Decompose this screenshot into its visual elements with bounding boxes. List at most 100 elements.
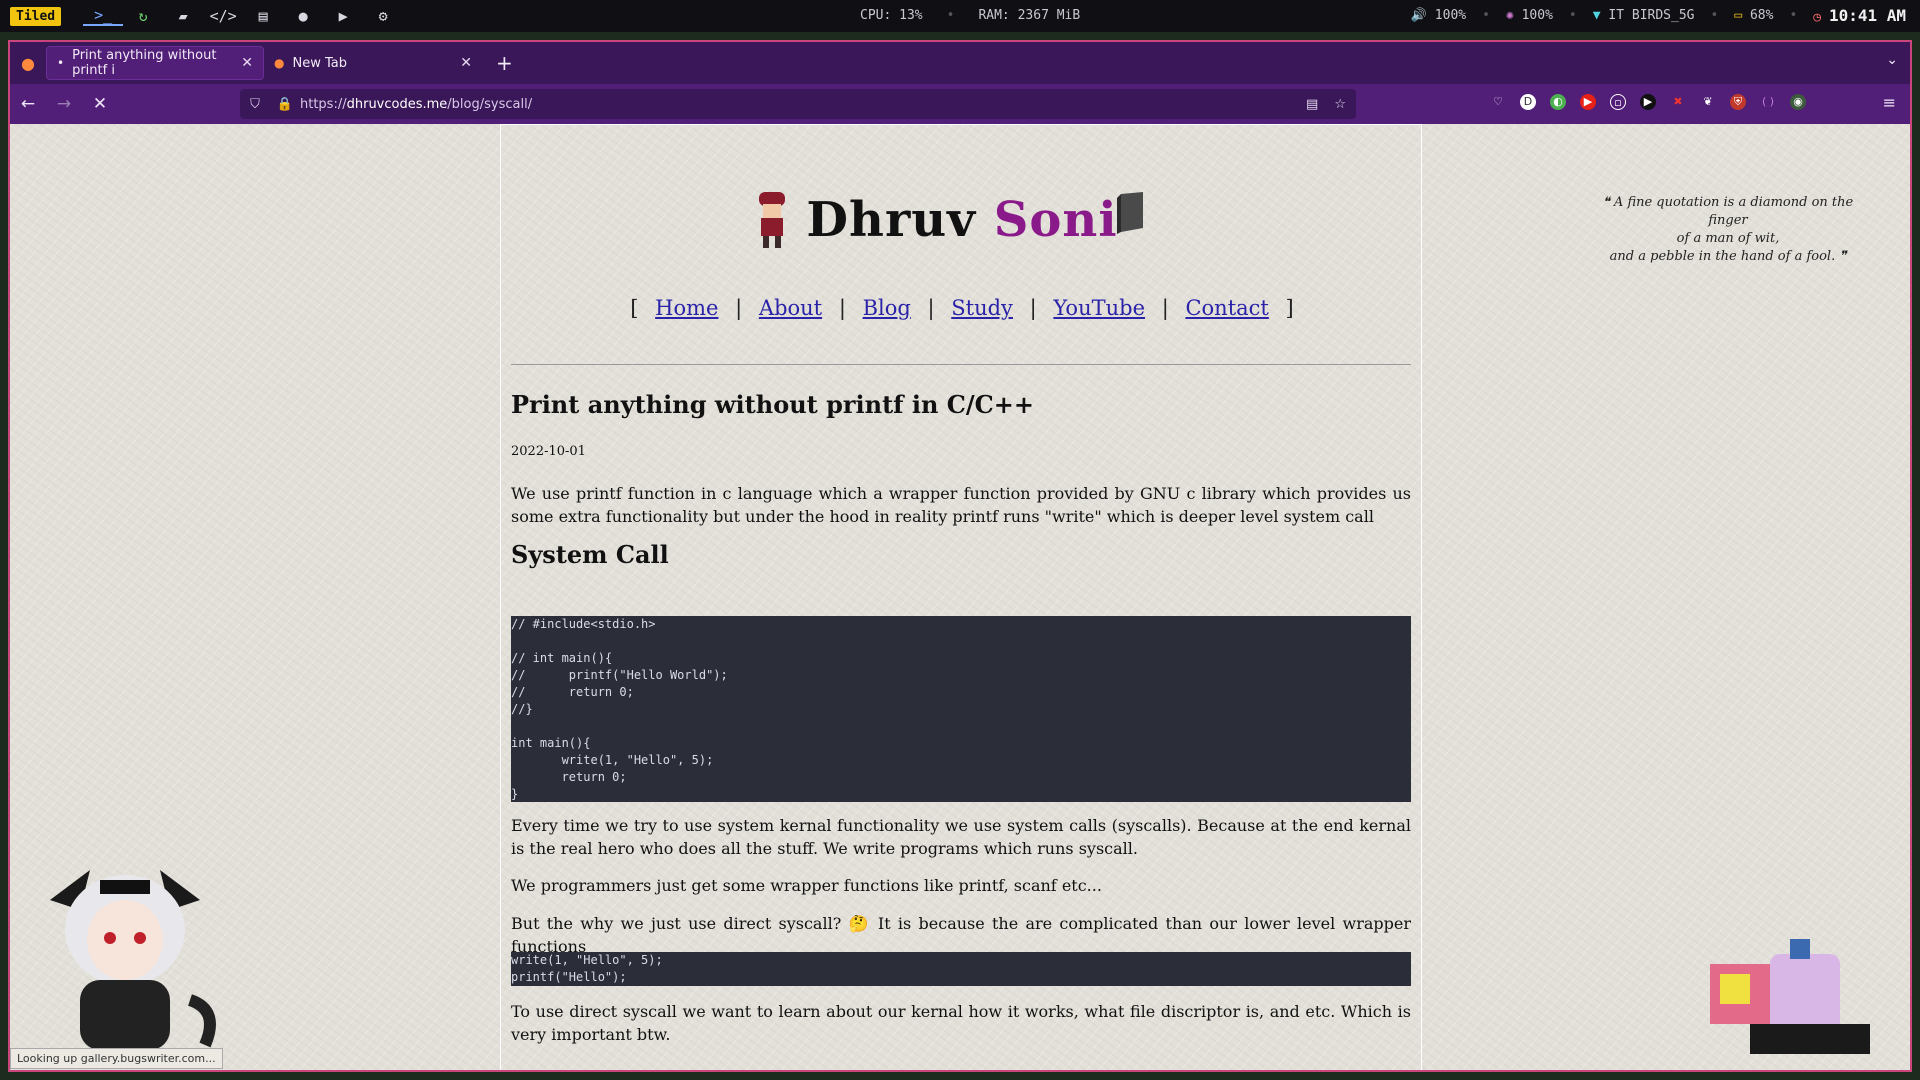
gear-icon[interactable]: ⚙: [363, 7, 403, 25]
chat-icon[interactable]: ●: [283, 7, 323, 25]
chevron-down-icon[interactable]: ⌄: [1886, 52, 1898, 68]
lock-icon[interactable]: 🔒: [270, 97, 300, 112]
separator-dot: •: [1710, 8, 1719, 23]
nav-separator: |: [927, 296, 935, 320]
extension-d-icon[interactable]: D: [1520, 94, 1536, 110]
stop-loading-icon[interactable]: ✕: [82, 94, 118, 114]
quote-line-2: of a man of wit,: [1676, 231, 1780, 246]
paragraph-wrappers: We programmers just get some wrapper fun…: [511, 876, 1102, 895]
youtube-icon[interactable]: ▶: [323, 7, 363, 25]
separator-dot: •: [1568, 8, 1577, 23]
nav-bracket-open: [: [630, 296, 639, 320]
code-icon[interactable]: </>: [203, 7, 243, 25]
nav-link-blog[interactable]: Blog: [863, 296, 911, 320]
hamburger-menu-icon[interactable]: ≡: [1883, 93, 1896, 112]
tab-active[interactable]: • Print anything without printf i ✕: [46, 46, 264, 80]
post-date: 2022-10-01: [511, 444, 586, 459]
tab-new-tab[interactable]: ● New Tab ✕: [264, 46, 482, 80]
nav-separator: |: [735, 296, 743, 320]
status-tooltip: Looking up gallery.bugswriter.com...: [10, 1048, 223, 1069]
battery-value: 68%: [1749, 8, 1774, 23]
extension-ublock-icon[interactable]: ⛨: [1730, 94, 1746, 110]
book-icon[interactable]: ▤: [243, 7, 283, 25]
reader-view-icon[interactable]: ▤: [1306, 97, 1318, 112]
pocket-icon[interactable]: ♡: [1490, 94, 1506, 110]
loading-dot-icon: •: [57, 56, 65, 70]
browser-window: ● • Print anything without printf i ✕ ● …: [8, 40, 1912, 1072]
tab-title: New Tab: [292, 55, 347, 71]
nav-bar: ← → ✕ ⛉ 🔒 https://dhruvcodes.me/blog/sys…: [10, 84, 1910, 124]
quote-line-3-text: and a pebble in the hand of a fool.: [1609, 249, 1836, 264]
extensions-toolbar: ♡ D ◐ ▶ ▫ ▶ ✖ ❦ ⛨ ( ) ◉: [1490, 94, 1806, 110]
brightness-icon: ✺: [1505, 8, 1514, 23]
clock-time: 10:41 AM: [1828, 6, 1906, 25]
header-divider: [511, 364, 1411, 365]
firefox-favicon-icon: ●: [274, 56, 285, 70]
forward-arrow-icon[interactable]: →: [46, 94, 82, 114]
youtube-ext-icon[interactable]: ▶: [1580, 94, 1596, 110]
terminal-icon[interactable]: >_: [83, 6, 124, 26]
back-arrow-icon[interactable]: ←: [10, 94, 46, 114]
separator-dot: •: [1789, 8, 1798, 23]
code-block[interactable]: // #include<stdio.h> // int main(){ // p…: [511, 616, 1411, 802]
nav-link-youtube[interactable]: YouTube: [1053, 296, 1145, 320]
wifi-name: IT BIRDS_5G: [1608, 8, 1695, 23]
site-title[interactable]: Dhruv Soni: [501, 192, 1423, 248]
wifi-indicator[interactable]: ▼ IT BIRDS_5G: [1593, 8, 1695, 23]
extension-red-icon[interactable]: ✖: [1670, 94, 1686, 110]
close-tab-icon[interactable]: ✕: [241, 55, 253, 71]
paragraph-kernal: To use direct syscall we want to learn a…: [511, 1002, 1411, 1044]
section-heading: System Call: [511, 540, 669, 569]
brightness-indicator[interactable]: ✺ 100%: [1506, 8, 1553, 23]
extension-toggle-icon[interactable]: ◐: [1550, 94, 1566, 110]
url-scheme: https://: [300, 96, 347, 112]
nav-link-home[interactable]: Home: [655, 296, 718, 320]
tab-bar: ● • Print anything without printf i ✕ ● …: [10, 42, 1910, 84]
nav-bracket-close: ]: [1285, 296, 1294, 320]
extension-bracket-icon[interactable]: ( ): [1760, 94, 1776, 110]
nav-link-about[interactable]: About: [759, 296, 822, 320]
web-page: Dhruv Soni [ Home | About | Blog | Study…: [10, 124, 1910, 1070]
close-tab-icon[interactable]: ✕: [460, 55, 472, 71]
quote-line-3: and a pebble in the hand of a fool. ❞: [1609, 249, 1847, 264]
clock-indicator[interactable]: ◷ 10:41 AM: [1813, 6, 1906, 25]
clock-icon: ◷: [1813, 10, 1822, 25]
nav-link-study[interactable]: Study: [951, 296, 1013, 320]
extension-avatar-icon[interactable]: ◉: [1790, 94, 1806, 110]
post-title: Print anything without printf in C/C++: [511, 390, 1034, 419]
nav-separator: |: [838, 296, 846, 320]
site-title-last: Soni: [993, 192, 1118, 248]
extension-box-icon[interactable]: ▫: [1610, 94, 1626, 110]
speaker-icon: 🔊: [1410, 8, 1427, 23]
shield-icon[interactable]: ⛉: [240, 97, 270, 112]
url-text[interactable]: https://dhruvcodes.me/blog/syscall/: [300, 97, 532, 112]
nav-link-contact[interactable]: Contact: [1185, 296, 1268, 320]
volume-indicator[interactable]: 🔊 100%: [1411, 8, 1466, 23]
code-block-small[interactable]: write(1, "Hello", 5); printf("Hello");: [511, 952, 1411, 986]
url-path: /blog/syscall/: [447, 96, 533, 112]
firefox-icon[interactable]: ●: [10, 54, 46, 73]
paragraph-intro: We use printf function in c language whi…: [511, 484, 1411, 526]
volume-value: 100%: [1434, 8, 1467, 23]
nav-separator: |: [1161, 296, 1169, 320]
content-column: Dhruv Soni [ Home | About | Blog | Study…: [500, 124, 1422, 1070]
folder-icon[interactable]: ▰: [163, 7, 203, 25]
new-tab-icon[interactable]: +: [496, 51, 513, 75]
layout-indicator[interactable]: Tiled: [10, 6, 62, 26]
brightness-value: 100%: [1521, 8, 1553, 23]
wifi-icon: ▼: [1592, 8, 1601, 23]
tab-title: Print anything without printf i: [72, 48, 217, 78]
site-nav: [ Home | About | Blog | Study | YouTube …: [501, 296, 1423, 320]
refresh-icon[interactable]: ↻: [123, 7, 163, 25]
system-bar: Tiled >_ ↻ ▰ </> ▤ ● ▶ ⚙ CPU: 13% • RAM:…: [0, 0, 1920, 32]
battery-indicator[interactable]: ▭ 68%: [1734, 8, 1773, 23]
extension-bird-icon[interactable]: ❦: [1700, 94, 1716, 110]
quote-line-1: ❝ A fine quotation is a diamond on the f…: [1602, 195, 1854, 228]
separator-dot: •: [946, 8, 955, 23]
battery-icon: ▭: [1734, 8, 1743, 23]
bookmark-star-icon[interactable]: ☆: [1334, 97, 1346, 112]
extension-play-icon[interactable]: ▶: [1640, 94, 1656, 110]
site-header: Dhruv Soni: [501, 192, 1423, 248]
anime-girl-decoration: [50, 870, 216, 1050]
url-bar[interactable]: ⛉ 🔒 https://dhruvcodes.me/blog/syscall/ …: [240, 89, 1356, 119]
